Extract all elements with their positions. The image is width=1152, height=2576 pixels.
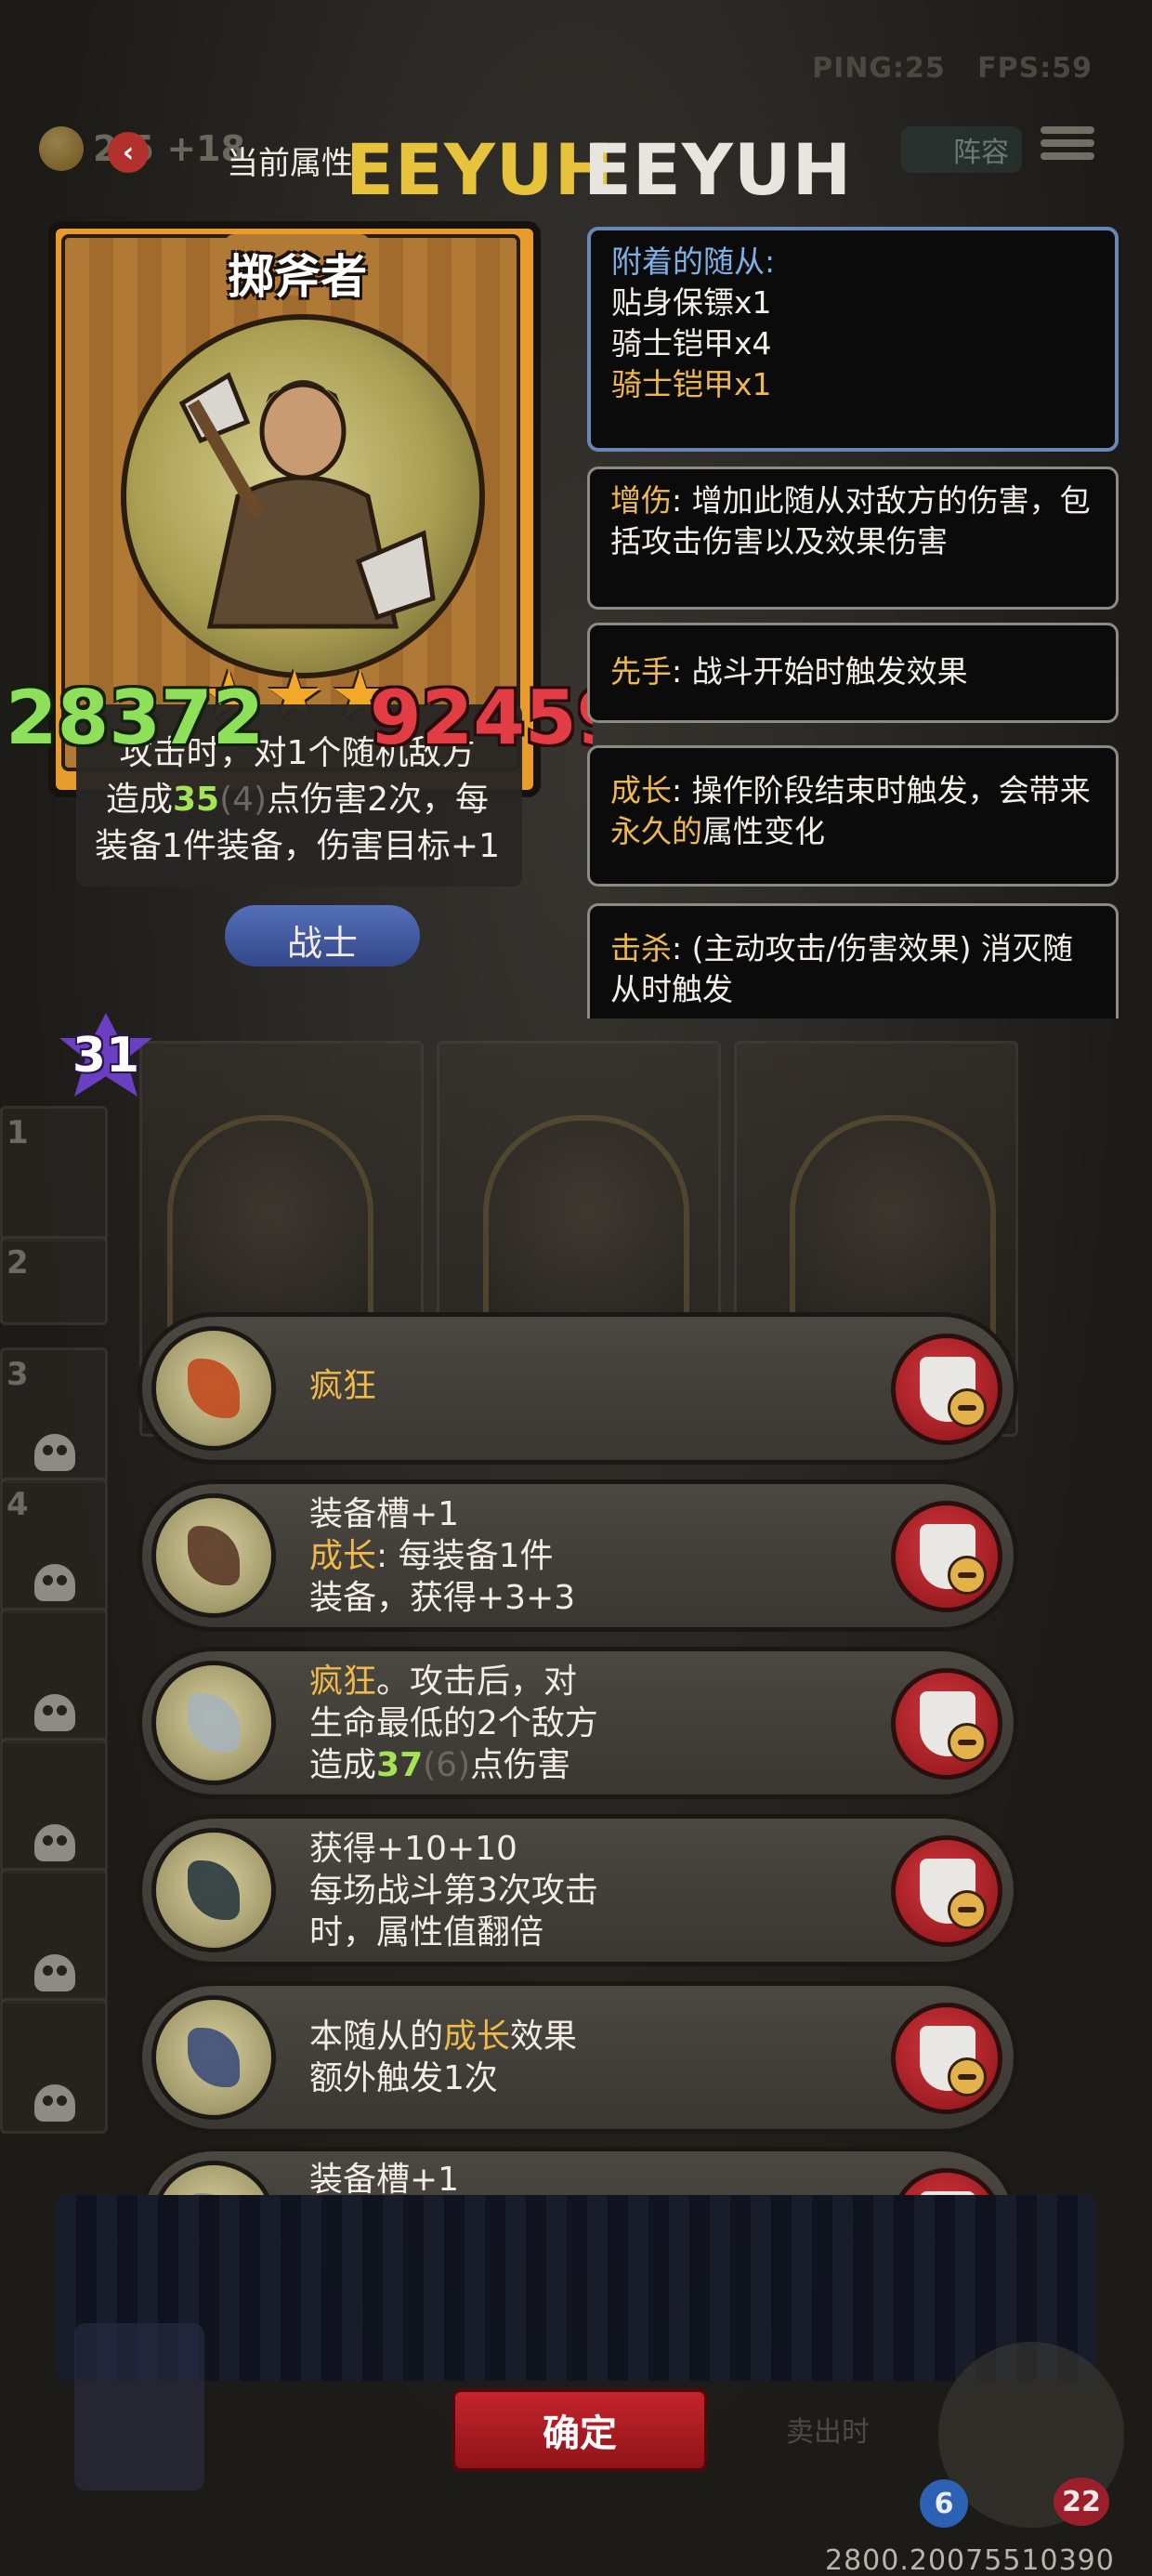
ring-icon: [151, 2161, 276, 2195]
sell-hint: 卖出时: [786, 2416, 870, 2449]
equipment-text: 本随从的成长效果 额外触发1次: [309, 2017, 578, 2097]
remove-equipment-button[interactable]: [891, 2168, 1002, 2195]
equipment-row[interactable]: 本随从的成长效果 额外触发1次: [137, 1981, 1018, 2134]
red-badge: 22: [1054, 2477, 1109, 2526]
confirm-button[interactable]: 确定: [452, 2388, 708, 2472]
footer-numbers: 2800.20075510390: [825, 2544, 1115, 2576]
equipment-row[interactable]: 疯狂: [137, 1312, 1018, 1465]
equipment-row[interactable]: 装备槽+1 成长: 每装备1件 装备，获得+3+3: [137, 1479, 1018, 1632]
minus-icon: [948, 1890, 987, 1929]
minus-icon: [948, 2057, 987, 2096]
minus-icon: [948, 1556, 987, 1595]
double-axe-icon: [151, 1661, 276, 1785]
stopwatch-gauntlet-icon: [151, 1995, 276, 2120]
equipment-text: 装备槽+1 成长: 每装备1件 装备，获得+3+3: [309, 1495, 576, 1617]
remove-equipment-button[interactable]: [891, 1501, 1002, 1612]
equipment-text: 获得+10+10 每场战斗第3次攻击 时，属性值翻倍: [309, 1830, 598, 1952]
portal-icon: [74, 2323, 204, 2491]
minus-icon: [948, 1388, 987, 1427]
blue-badge: 6: [920, 2479, 968, 2528]
equipment-text: 疯狂: [309, 1367, 377, 1405]
equipment-list: 疯狂 装备槽+1 成长: 每装备1件 装备，获得+3+3 疯狂。攻击后，对 生命…: [0, 0, 1152, 2195]
confirm-label: 确定: [543, 2412, 617, 2455]
remove-equipment-button[interactable]: [891, 1835, 1002, 1947]
equipment-text: 装备槽+1: [309, 2161, 460, 2195]
shop-background: [56, 2195, 1096, 2381]
armor-vest-icon: [151, 1493, 276, 1618]
remove-equipment-button[interactable]: [891, 1668, 1002, 1780]
equipment-row[interactable]: 疯狂。攻击后，对 生命最低的2个敌方 造成37(6)点伤害: [137, 1647, 1018, 1799]
remove-equipment-button[interactable]: [891, 2003, 1002, 2114]
equipment-row[interactable]: 装备槽+1: [137, 2147, 1018, 2195]
cloaked-figure-icon: [151, 1828, 276, 1952]
equipment-row[interactable]: 获得+10+10 每场战斗第3次攻击 时，属性值翻倍: [137, 1814, 1018, 1966]
red-claw-icon: [151, 1326, 276, 1451]
remove-equipment-button[interactable]: [891, 1334, 1002, 1445]
equipment-text: 疯狂。攻击后，对 生命最低的2个敌方 造成37(6)点伤害: [309, 1663, 598, 1784]
minus-icon: [948, 1723, 987, 1762]
game-screen: 1 2 3 4 PING:25 FPS:59 2 5 +18 ‹ 当前属性 EE…: [0, 0, 1152, 2576]
